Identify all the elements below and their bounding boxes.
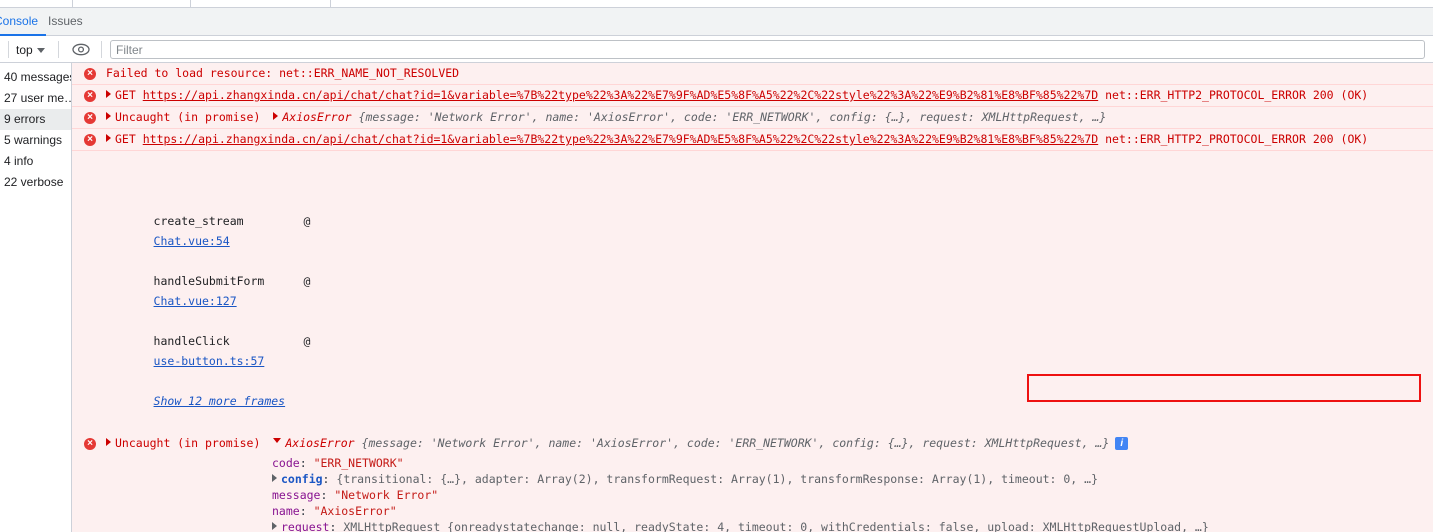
request-url-link[interactable]: https://api.zhangxinda.cn/api/chat/chat?… <box>143 88 1098 102</box>
console-row-get-request-2[interactable]: GET https://api.zhangxinda.cn/api/chat/c… <box>72 129 1433 151</box>
network-error-text: net::ERR_HTTP2_PROTOCOL_ERROR 200 (OK) <box>1105 132 1369 146</box>
property-row-code[interactable]: code: "ERR_NETWORK" <box>272 455 1433 471</box>
axios-error-label: AxiosError <box>285 436 362 450</box>
axios-error-label: AxiosError <box>282 110 359 124</box>
property-colon: : <box>299 504 314 518</box>
console-row-text: Failed to load resource: net::ERR_NAME_N… <box>106 66 460 80</box>
property-colon: : <box>320 488 335 502</box>
network-error-text: net::ERR_HTTP2_PROTOCOL_ERROR 200 (OK) <box>1105 88 1369 102</box>
error-icon <box>84 90 96 102</box>
tab-issues[interactable]: Issues <box>40 8 91 35</box>
show-more-frames-link[interactable]: Show 12 more frames <box>154 394 286 408</box>
console-toolbar: top <box>0 36 1433 63</box>
stack-frame-row[interactable]: create_stream @ Chat.vue:54 <box>112 191 1433 248</box>
expand-triangle-icon[interactable] <box>106 90 111 98</box>
property-value: "Network Error" <box>334 488 439 502</box>
stack-frame-source-link[interactable]: Chat.vue:54 <box>154 234 230 248</box>
property-colon: : <box>329 520 344 532</box>
devtools-upper-panel-edge <box>0 0 1433 8</box>
expand-triangle-icon[interactable] <box>272 522 277 530</box>
axios-error-properties: code: "ERR_NETWORK" config: {transitiona… <box>72 455 1433 532</box>
toolbar-divider-3 <box>101 41 102 58</box>
stack-frame-at: @ <box>303 214 311 228</box>
eye-icon[interactable] <box>72 42 90 57</box>
sidebar-item-info[interactable]: 4 info <box>0 151 71 172</box>
expand-triangle-icon[interactable] <box>106 438 111 446</box>
stack-frame-at: @ <box>303 274 311 288</box>
object-collapse-triangle-icon[interactable] <box>273 438 282 447</box>
http-method-label: GET <box>115 132 136 146</box>
stack-frame-at: @ <box>303 334 311 348</box>
expand-triangle-icon[interactable] <box>106 134 111 142</box>
stack-frame-function: handleClick <box>153 334 230 348</box>
console-row-failed-to-load[interactable]: Failed to load resource: net::ERR_NAME_N… <box>72 63 1433 85</box>
axios-error-summary: {message: 'Network Error', name: 'AxiosE… <box>358 110 1107 124</box>
property-row-message[interactable]: message: "Network Error" <box>272 487 1433 503</box>
property-key: message <box>272 488 321 502</box>
stack-trace-frames: create_stream @ Chat.vue:54 handleSubmitF… <box>72 151 1433 433</box>
sidebar-item-warnings[interactable]: 5 warnings <box>0 130 71 151</box>
error-icon <box>84 438 96 450</box>
stack-frame-row[interactable]: handleClick @ use-button.ts:57 <box>112 311 1433 368</box>
stack-frame-source-link[interactable]: Chat.vue:127 <box>154 294 237 308</box>
property-key: config <box>281 472 323 486</box>
filter-input[interactable] <box>110 40 1425 59</box>
error-icon <box>84 112 96 124</box>
expand-triangle-icon[interactable] <box>272 474 277 482</box>
sidebar-item-verbose[interactable]: 22 verbose <box>0 172 71 193</box>
show-more-frames-row[interactable]: Show 12 more frames <box>112 371 1433 408</box>
upper-tab-divider-3 <box>330 0 331 8</box>
stack-frame-row[interactable]: handleSubmitForm @ Chat.vue:127 <box>112 251 1433 308</box>
property-value: {transitional: {…}, adapter: Array(2), t… <box>336 472 1099 486</box>
property-row-name[interactable]: name: "AxiosError" <box>272 503 1433 519</box>
expand-triangle-icon[interactable] <box>106 112 111 120</box>
property-value: "ERR_NETWORK" <box>313 456 404 470</box>
toolbar-divider-1 <box>8 41 9 58</box>
property-colon: : <box>299 456 314 470</box>
execution-context-label: top <box>16 43 33 57</box>
execution-context-selector[interactable]: top <box>16 41 45 59</box>
console-row-uncaught-axios-1[interactable]: Uncaught (in promise) AxiosError {messag… <box>72 107 1433 129</box>
property-row-config[interactable]: config: {transitional: {…}, adapter: Arr… <box>272 471 1433 487</box>
uncaught-label: Uncaught (in promise) <box>115 110 261 124</box>
console-sidebar: 40 messages 27 user me… 9 errors 5 warni… <box>0 63 72 532</box>
console-message-list[interactable]: Failed to load resource: net::ERR_NAME_N… <box>72 63 1433 532</box>
property-key: code <box>272 456 300 470</box>
error-icon <box>84 134 96 146</box>
toolbar-divider-2 <box>58 41 59 58</box>
property-key: request <box>281 520 330 532</box>
sidebar-item-user-messages[interactable]: 27 user me… <box>0 88 71 109</box>
sidebar-item-errors[interactable]: 9 errors <box>0 109 71 130</box>
axios-error-summary: {message: 'Network Error', name: 'AxiosE… <box>361 436 1110 450</box>
error-icon <box>84 68 96 80</box>
console-row-get-request[interactable]: GET https://api.zhangxinda.cn/api/chat/c… <box>72 85 1433 107</box>
stack-frame-source-link[interactable]: use-button.ts:57 <box>154 354 265 368</box>
chevron-down-icon <box>36 48 45 53</box>
stack-frame-function: handleSubmitForm <box>153 274 265 288</box>
object-expand-triangle-icon[interactable] <box>273 112 279 120</box>
property-row-request[interactable]: request: XMLHttpRequest {onreadystatecha… <box>272 519 1433 532</box>
property-value: XMLHttpRequest {onreadystatechange: null… <box>343 520 1209 532</box>
drawer-tab-bar: Console Issues <box>0 8 1433 36</box>
info-icon[interactable]: i <box>1115 437 1129 450</box>
property-colon: : <box>322 472 337 486</box>
stack-frame-function: create_stream <box>153 214 244 228</box>
property-value: "AxiosError" <box>313 504 397 518</box>
request-url-link[interactable]: https://api.zhangxinda.cn/api/chat/chat?… <box>143 132 1098 146</box>
http-method-label: GET <box>115 88 136 102</box>
property-key: name <box>272 504 300 518</box>
sidebar-item-messages[interactable]: 40 messages <box>0 67 71 88</box>
uncaught-label: Uncaught (in promise) <box>115 436 261 450</box>
upper-tab-divider-2 <box>190 0 191 8</box>
console-row-uncaught-axios-expanded[interactable]: Uncaught (in promise) AxiosError {messag… <box>72 433 1433 455</box>
upper-tab-divider-1 <box>72 0 73 8</box>
